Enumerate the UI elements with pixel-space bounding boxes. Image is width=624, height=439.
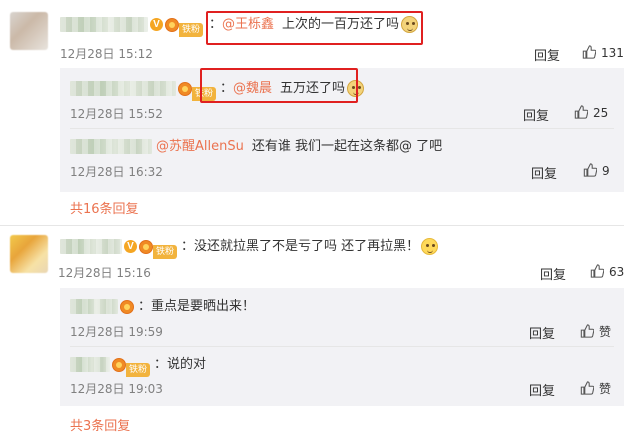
thumbs-up-icon bbox=[582, 45, 596, 59]
reply-button[interactable]: 回复 bbox=[531, 163, 557, 182]
like-button[interactable]: 赞 bbox=[580, 380, 611, 397]
highlight-box bbox=[206, 11, 423, 45]
like-button[interactable]: 131 bbox=[582, 45, 624, 60]
like-count: 9 bbox=[602, 164, 610, 178]
comment-time: 12月28日 15:16 bbox=[58, 266, 151, 280]
like-label: 赞 bbox=[599, 382, 612, 396]
reply-text: 还有谁 我们一起在这条都@ 了吧 bbox=[251, 139, 443, 154]
thinking-emoji-icon bbox=[421, 238, 439, 255]
reply-button[interactable]: 回复 bbox=[540, 264, 566, 283]
divider bbox=[70, 346, 614, 347]
fan-badge: 铁粉 bbox=[139, 239, 178, 259]
reply-button[interactable]: 回复 bbox=[529, 323, 555, 342]
comment-text: ：没还就拉黑了不是亏了吗 还了再拉黑！ bbox=[181, 239, 420, 254]
more-replies-link[interactable]: 共3条回复 bbox=[70, 415, 130, 434]
fan-badge: 铁粉 bbox=[112, 357, 151, 377]
mention-link[interactable]: @苏醒AllenSu bbox=[156, 139, 244, 154]
reply-button[interactable]: 回复 bbox=[523, 105, 549, 124]
username-blurred[interactable] bbox=[70, 299, 118, 314]
like-count: 63 bbox=[609, 265, 624, 279]
comment-header: V 铁粉 ：没还就拉黑了不是亏了吗 还了再拉黑！ bbox=[60, 236, 439, 259]
reply-button[interactable]: 回复 bbox=[534, 45, 560, 64]
more-replies-link[interactable]: 共16条回复 bbox=[70, 198, 139, 217]
username-blurred[interactable] bbox=[70, 139, 152, 154]
username-blurred[interactable] bbox=[70, 81, 176, 96]
fan-badge bbox=[120, 299, 134, 314]
like-button[interactable]: 63 bbox=[590, 264, 624, 279]
sub-reply-header: ：重点是要晒出来！ bbox=[70, 296, 255, 318]
verified-icon: V bbox=[124, 240, 137, 253]
thumbs-up-icon bbox=[583, 163, 597, 177]
like-button[interactable]: 25 bbox=[574, 105, 608, 120]
thumbs-up-icon bbox=[574, 105, 588, 119]
like-count: 25 bbox=[593, 106, 609, 120]
avatar[interactable] bbox=[10, 12, 48, 50]
thumbs-up-icon bbox=[590, 264, 604, 278]
sub-reply-header: @苏醒AllenSu 还有谁 我们一起在这条都@ 了吧 bbox=[70, 136, 442, 158]
like-label: 赞 bbox=[599, 325, 612, 339]
like-count: 131 bbox=[601, 46, 624, 60]
reply-text: ：重点是要晒出来！ bbox=[138, 299, 256, 314]
reply-time: 12月28日 19:03 bbox=[70, 382, 163, 396]
reply-time: 12月28日 15:52 bbox=[70, 107, 163, 121]
like-button[interactable]: 赞 bbox=[580, 323, 611, 340]
comment-divider bbox=[0, 225, 624, 226]
username-blurred[interactable] bbox=[70, 357, 110, 372]
reply-button[interactable]: 回复 bbox=[529, 380, 555, 399]
username-blurred[interactable] bbox=[60, 239, 122, 254]
fan-badge: 铁粉 bbox=[165, 17, 204, 37]
reply-time: 12月28日 19:59 bbox=[70, 325, 163, 339]
divider bbox=[70, 128, 614, 129]
thumbs-up-icon bbox=[580, 381, 594, 395]
sub-reply-header: 铁粉 ：说的对 bbox=[70, 354, 207, 377]
avatar[interactable] bbox=[10, 235, 48, 273]
reply-time: 12月28日 16:32 bbox=[70, 165, 163, 179]
reply-text: ：说的对 bbox=[154, 357, 207, 372]
username-blurred[interactable] bbox=[60, 17, 148, 32]
thumbs-up-icon bbox=[580, 324, 594, 338]
like-button[interactable]: 9 bbox=[583, 163, 610, 178]
comment-time: 12月28日 15:12 bbox=[60, 47, 153, 61]
verified-icon: V bbox=[150, 18, 163, 31]
highlight-box bbox=[200, 68, 358, 103]
